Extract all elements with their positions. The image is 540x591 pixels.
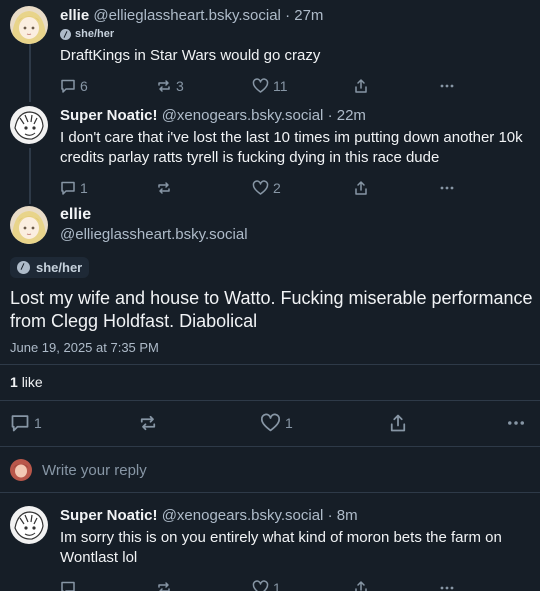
divider bbox=[0, 364, 540, 365]
repost-arrows-icon bbox=[156, 580, 172, 591]
repost-button[interactable]: 3 bbox=[156, 78, 252, 94]
post-date[interactable]: June 19, 2025 at 7:35 PM bbox=[10, 340, 159, 355]
speech-bubble-icon bbox=[60, 580, 76, 591]
divider bbox=[0, 492, 540, 493]
reply-button[interactable]: 1 bbox=[60, 180, 156, 196]
pronouns-label: she/her bbox=[36, 260, 83, 275]
like-button[interactable]: 1 bbox=[260, 413, 388, 433]
author-name[interactable]: Super Noatic! bbox=[60, 107, 158, 124]
repost-button[interactable] bbox=[156, 180, 252, 196]
pronouns-label: she/her bbox=[75, 28, 115, 40]
speech-bubble-icon bbox=[60, 180, 76, 196]
reply-button[interactable]: 1 bbox=[10, 413, 138, 433]
pronouns-badge: she/her bbox=[60, 28, 530, 40]
author-handle[interactable]: @ellieglassheart.bsky.social bbox=[93, 7, 281, 24]
likes-summary-count: 1 bbox=[10, 374, 18, 390]
post-actions: 1 2 bbox=[60, 178, 530, 198]
post-header: ellie @ellieglassheart.bsky.social · 27m bbox=[60, 6, 530, 26]
separator: · bbox=[327, 107, 333, 124]
pronouns-icon bbox=[17, 261, 30, 274]
like-count: 1 bbox=[273, 580, 281, 591]
focused-post-actions: 1 1 bbox=[10, 413, 535, 433]
avatar[interactable] bbox=[10, 6, 48, 44]
like-button[interactable]: 1 bbox=[252, 580, 353, 591]
post-time[interactable]: 8m bbox=[337, 507, 358, 524]
reply-composer[interactable]: Write your reply bbox=[0, 457, 540, 483]
more-button[interactable] bbox=[439, 580, 455, 591]
post-text: Im sorry this is on you entirely what ki… bbox=[60, 529, 502, 566]
divider bbox=[0, 446, 540, 447]
likes-summary-word: like bbox=[21, 374, 43, 390]
heart-icon bbox=[252, 180, 269, 196]
reply-count: 1 bbox=[80, 180, 88, 196]
pronouns-badge: she/her bbox=[10, 257, 90, 279]
like-count: 11 bbox=[273, 78, 288, 94]
post-time[interactable]: 22m bbox=[337, 107, 366, 124]
post-actions: 6 3 11 bbox=[60, 76, 530, 96]
post-header: Super Noatic! @xenogears.bsky.social · 8… bbox=[60, 506, 530, 526]
post-actions: 1 bbox=[60, 578, 530, 591]
more-dots-icon bbox=[506, 413, 526, 433]
avatar[interactable] bbox=[10, 206, 48, 244]
likes-summary[interactable]: 1 like bbox=[10, 374, 43, 390]
post-item[interactable]: Super Noatic! @xenogears.bsky.social · 2… bbox=[0, 106, 540, 198]
author-name[interactable]: ellie bbox=[60, 205, 248, 225]
share-upload-icon bbox=[388, 413, 408, 433]
reply-count: 1 bbox=[34, 415, 42, 431]
focused-post-text: Lost my wife and house to Watto. Fucking… bbox=[10, 288, 533, 331]
post-time[interactable]: 27m bbox=[294, 7, 323, 24]
avatar[interactable] bbox=[10, 106, 48, 144]
share-button[interactable] bbox=[353, 580, 439, 591]
share-upload-icon bbox=[353, 180, 369, 196]
reply-input[interactable]: Write your reply bbox=[42, 462, 147, 479]
more-button[interactable] bbox=[506, 413, 526, 433]
separator: · bbox=[327, 507, 333, 524]
author-name[interactable]: ellie bbox=[60, 7, 89, 24]
avatar bbox=[10, 459, 32, 481]
more-dots-icon bbox=[439, 180, 455, 196]
post-item[interactable]: Super Noatic! @xenogears.bsky.social · 8… bbox=[0, 506, 540, 591]
like-button[interactable]: 11 bbox=[252, 78, 353, 94]
separator: · bbox=[285, 7, 291, 24]
repost-count: 3 bbox=[176, 78, 184, 94]
more-dots-icon bbox=[439, 78, 455, 94]
more-button[interactable] bbox=[439, 180, 455, 196]
repost-arrows-icon bbox=[138, 413, 158, 433]
heart-icon bbox=[252, 78, 269, 94]
share-button[interactable] bbox=[353, 180, 439, 196]
repost-arrows-icon bbox=[156, 180, 172, 196]
speech-bubble-icon bbox=[10, 413, 30, 433]
reply-count: 6 bbox=[80, 78, 88, 94]
avatar[interactable] bbox=[10, 506, 48, 544]
share-upload-icon bbox=[353, 580, 369, 591]
like-button[interactable]: 2 bbox=[252, 180, 353, 196]
repost-arrows-icon bbox=[156, 78, 172, 94]
like-count: 2 bbox=[273, 180, 281, 196]
repost-button[interactable] bbox=[156, 580, 252, 591]
author-handle[interactable]: @xenogears.bsky.social bbox=[162, 507, 324, 524]
reply-button[interactable]: 6 bbox=[60, 78, 156, 94]
post-text: I don't care that i've lost the last 10 … bbox=[60, 129, 523, 166]
post-text: DraftKings in Star Wars would go crazy bbox=[60, 47, 321, 64]
heart-icon bbox=[252, 580, 269, 591]
post-item[interactable]: ellie @ellieglassheart.bsky.social · 27m… bbox=[0, 6, 540, 96]
pronouns-icon bbox=[60, 28, 71, 40]
divider bbox=[0, 400, 540, 401]
speech-bubble-icon bbox=[60, 78, 76, 94]
more-dots-icon bbox=[439, 580, 455, 591]
focused-post-header: ellie @ellieglassheart.bsky.social bbox=[0, 205, 540, 245]
author-name[interactable]: Super Noatic! bbox=[60, 507, 158, 524]
like-count: 1 bbox=[285, 415, 293, 431]
author-handle[interactable]: @ellieglassheart.bsky.social bbox=[60, 225, 248, 245]
more-button[interactable] bbox=[439, 78, 455, 94]
share-button[interactable] bbox=[388, 413, 506, 433]
reply-button[interactable] bbox=[60, 580, 156, 591]
repost-button[interactable] bbox=[138, 413, 260, 433]
heart-icon bbox=[260, 413, 281, 433]
author-handle[interactable]: @xenogears.bsky.social bbox=[162, 107, 324, 124]
share-upload-icon bbox=[353, 78, 369, 94]
post-header: Super Noatic! @xenogears.bsky.social · 2… bbox=[60, 106, 530, 126]
share-button[interactable] bbox=[353, 78, 439, 94]
